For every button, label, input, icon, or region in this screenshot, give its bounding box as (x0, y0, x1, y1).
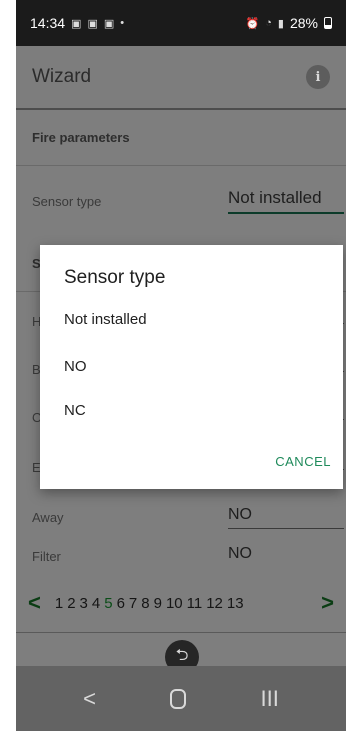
dot-icon: • (120, 17, 125, 29)
page-number[interactable]: 10 (166, 595, 183, 612)
page-list: 1 2 3 4 5 6 7 8 9 10 11 12 13 (55, 595, 244, 612)
info-icon[interactable]: i (306, 65, 330, 89)
notification-icon: ▣ (103, 17, 115, 30)
signal-icon: ▮ (277, 17, 284, 30)
battery-percent: 28% (289, 15, 318, 31)
wifi-icon: ◔ (265, 17, 272, 29)
next-page-button[interactable]: > (321, 590, 334, 616)
nav-home-button[interactable] (170, 688, 187, 709)
page-number-current[interactable]: 5 (104, 595, 112, 612)
app-title: Wizard (32, 66, 92, 87)
status-right: ⏰ ◔ ▮ 28% (246, 15, 332, 31)
page-number[interactable]: 6 (117, 595, 125, 612)
page-number[interactable]: 2 (67, 595, 75, 612)
status-time: 14:34 (30, 15, 66, 31)
filter-value[interactable]: NO (228, 545, 344, 567)
nav-recents-button[interactable]: III (261, 686, 279, 712)
section-fire-parameters: Fire parameters (16, 110, 346, 166)
status-left: 14:34 ▣ ▣ ▣ • (30, 15, 124, 31)
page-number[interactable]: 12 (206, 595, 223, 612)
battery-icon (324, 17, 332, 29)
page-number[interactable]: 4 (92, 595, 100, 612)
page-number[interactable]: 3 (80, 595, 88, 612)
page-number[interactable]: 11 (187, 595, 203, 612)
sensor-type-value[interactable]: Not installed (228, 188, 344, 214)
page-number[interactable]: 9 (154, 595, 162, 612)
sensor-type-label: Sensor type (32, 193, 102, 209)
system-nav-bar: < III (16, 666, 346, 731)
row-away[interactable]: Away NO (16, 490, 346, 544)
alarm-icon: ⏰ (245, 17, 260, 30)
option-nc[interactable]: NC (64, 402, 86, 419)
prev-page-button[interactable]: < (28, 590, 41, 616)
section-title: Fire parameters (32, 130, 130, 145)
option-not-installed[interactable]: Not installed (64, 311, 147, 328)
status-bar: 14:34 ▣ ▣ ▣ • ⏰ ◔ ▮ 28% (16, 0, 346, 46)
row-filter[interactable]: Filter NO (16, 538, 346, 574)
option-no[interactable]: NO (64, 358, 87, 375)
notification-icon: ▣ (71, 17, 82, 30)
cancel-button[interactable]: CANCEL (275, 454, 331, 469)
page-number[interactable]: 7 (129, 595, 137, 612)
away-label: Away (32, 509, 64, 525)
away-value[interactable]: NO (228, 506, 344, 529)
page-number[interactable]: 8 (141, 595, 149, 612)
sensor-type-dialog: Sensor type Not installed NO NC CANCEL (40, 245, 343, 489)
row-sensor-type[interactable]: Sensor type Not installed (16, 174, 346, 228)
page-navigator: < 1 2 3 4 5 6 7 8 9 10 11 12 13 > (16, 586, 346, 620)
page-number[interactable]: 13 (227, 595, 244, 612)
filter-label: Filter (32, 548, 61, 564)
app-bar: Wizard i (16, 46, 346, 110)
nav-back-button[interactable]: < (83, 686, 96, 712)
phone-screen: 14:34 ▣ ▣ ▣ • ⏰ ◔ ▮ 28% Wizard i Fire pa… (16, 0, 346, 731)
dialog-title: Sensor type (64, 267, 166, 288)
notification-icon: ▣ (87, 17, 98, 30)
page-number[interactable]: 1 (55, 595, 63, 612)
divider (16, 632, 346, 633)
